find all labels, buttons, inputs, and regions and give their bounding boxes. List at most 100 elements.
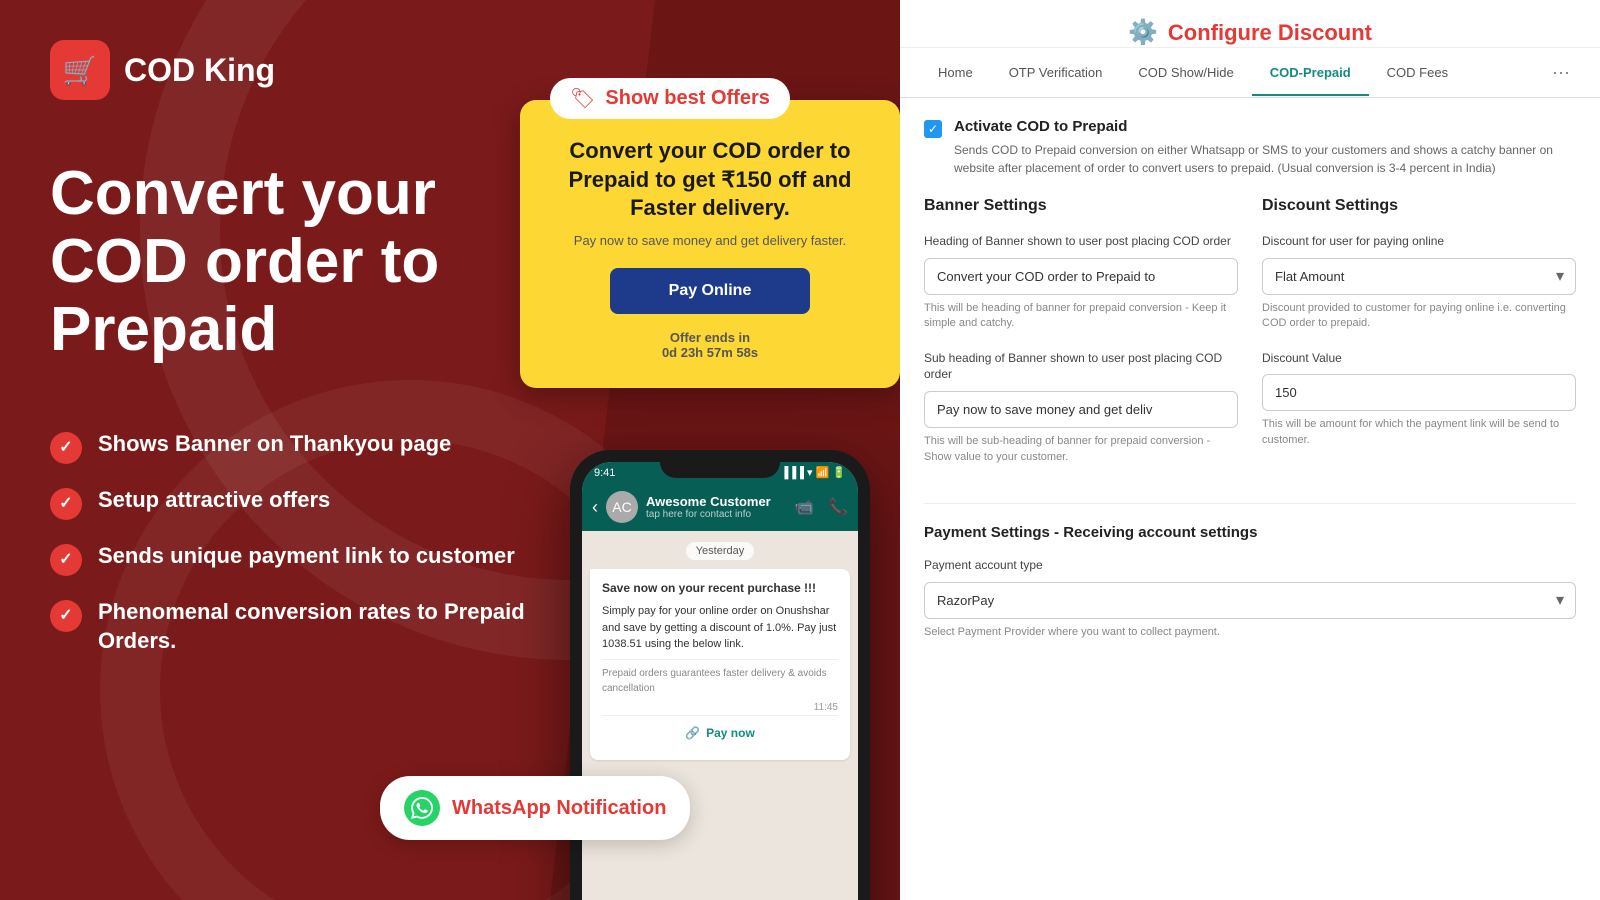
tab-home[interactable]: Home (920, 51, 991, 96)
payment-account-label: Payment account type (924, 557, 1576, 574)
features-list: ✓ Shows Banner on Thankyou page ✓ Setup … (50, 430, 570, 677)
discount-type-select[interactable]: Flat Amount Percentage (1262, 258, 1576, 295)
wa-avatar: AC (606, 491, 638, 523)
heading-input[interactable] (924, 258, 1238, 295)
wa-msg-body: Simply pay for your online order on Onus… (602, 603, 838, 653)
settings-divider (924, 503, 1576, 504)
wa-action-icons: 📹 📞 (794, 497, 848, 517)
activate-row: ✓ Activate COD to Prepaid Sends COD to P… (924, 118, 1576, 177)
logo-emoji: 🛒 (63, 54, 98, 87)
wa-pay-link-icon: 🔗 (685, 724, 700, 742)
feature-item-2: ✓ Setup attractive offers (50, 486, 570, 520)
banner-settings-col: Banner Settings Heading of Banner shown … (924, 197, 1238, 483)
tab-otp[interactable]: OTP Verification (991, 51, 1121, 96)
wa-msg-prepaid: Prepaid orders guarantees faster deliver… (602, 659, 838, 696)
heading-hint: This will be heading of banner for prepa… (924, 301, 1238, 332)
subheading-field-group: Sub heading of Banner shown to user post… (924, 350, 1238, 465)
feature-text-2: Setup attractive offers (98, 486, 330, 515)
check-icon-2: ✓ (50, 488, 82, 520)
offer-countdown: 0d 23h 57m 58s (550, 345, 870, 360)
discount-type-group: Discount for user for paying online Flat… (1262, 233, 1576, 332)
wa-contact-info: Awesome Customer tap here for contact in… (646, 494, 786, 520)
pay-online-button[interactable]: Pay Online (610, 268, 810, 314)
offer-subtitle: Pay now to save money and get delivery f… (550, 233, 870, 248)
tab-cod-fees[interactable]: COD Fees (1369, 51, 1466, 96)
discount-settings-title: Discount Settings (1262, 197, 1576, 215)
payment-section-title: Payment Settings - Receiving account set… (924, 524, 1576, 541)
config-icon: ⚙️ (1128, 18, 1158, 47)
activate-label: Activate COD to Prepaid (954, 118, 1576, 135)
offer-ends-label: Offer ends in 0d 23h 57m 58s (550, 330, 870, 360)
config-header: ⚙️ Configure Discount (900, 0, 1600, 48)
offer-title: Convert your COD order to Prepaid to get… (550, 137, 870, 223)
banner-settings-title: Banner Settings (924, 197, 1238, 215)
heading-label: Heading of Banner shown to user post pla… (924, 233, 1238, 250)
check-icon-1: ✓ (50, 432, 82, 464)
hero-heading: Convert your COD order to Prepaid (50, 160, 570, 365)
offer-popup: 🏷 Show best Offers Convert your COD orde… (520, 100, 900, 388)
payment-account-select[interactable]: RazorPay Stripe PayU (924, 582, 1576, 619)
feature-item-3: ✓ Sends unique payment link to customer (50, 542, 570, 576)
discount-value-group: Discount Value This will be amount for w… (1262, 350, 1576, 449)
discount-type-select-wrapper: Flat Amount Percentage (1262, 258, 1576, 295)
payment-account-group: Payment account type RazorPay Stripe Pay… (924, 557, 1576, 640)
subheading-hint: This will be sub-heading of banner for p… (924, 434, 1238, 465)
subheading-label: Sub heading of Banner shown to user post… (924, 350, 1238, 384)
discount-value-hint: This will be amount for which the paymen… (1262, 417, 1576, 448)
payment-settings-section: Payment Settings - Receiving account set… (924, 524, 1576, 640)
discount-value-label: Discount Value (1262, 350, 1576, 367)
settings-two-col: Banner Settings Heading of Banner shown … (924, 197, 1576, 483)
content-area: ✓ Activate COD to Prepaid Sends COD to P… (900, 98, 1600, 678)
wa-header: ‹ AC Awesome Customer tap here for conta… (582, 483, 858, 531)
wa-msg-title: Save now on your recent purchase !!! (602, 579, 838, 597)
payment-account-select-wrapper: RazorPay Stripe PayU (924, 582, 1576, 619)
discount-user-label: Discount for user for paying online (1262, 233, 1576, 250)
discount-value-input[interactable] (1262, 374, 1576, 411)
wa-msg-time: 11:45 (602, 700, 838, 715)
wa-pay-button[interactable]: 🔗 Pay now (602, 715, 838, 750)
offer-badge-icon: 🏷 (570, 86, 595, 111)
wa-back-icon[interactable]: ‹ (592, 497, 598, 518)
logo-area: 🛒 COD King (50, 40, 275, 100)
subheading-input[interactable] (924, 391, 1238, 428)
discount-type-hint: Discount provided to customer for paying… (1262, 301, 1576, 332)
phone-signal: ▐▐▐ ▾ 📶 🔋 (781, 466, 846, 479)
wa-call-icon[interactable]: 📞 (828, 497, 848, 517)
heading-field-group: Heading of Banner shown to user post pla… (924, 233, 1238, 332)
logo-icon: 🛒 (50, 40, 110, 100)
check-icon-4: ✓ (50, 600, 82, 632)
check-icon-3: ✓ (50, 544, 82, 576)
wa-contact-sub: tap here for contact info (646, 509, 786, 520)
wa-contact-name: Awesome Customer (646, 494, 786, 509)
wa-message-bubble: Save now on your recent purchase !!! Sim… (590, 569, 850, 760)
tab-cod-show-hide[interactable]: COD Show/Hide (1120, 51, 1251, 96)
wa-date-text: Yesterday (686, 542, 755, 560)
feature-text-3: Sends unique payment link to customer (98, 542, 515, 571)
offer-ends-text: Offer ends in (550, 330, 870, 345)
wa-pay-label: Pay now (706, 724, 755, 742)
wa-video-icon[interactable]: 📹 (794, 497, 814, 517)
right-panel: ⚙️ Configure Discount Home OTP Verificat… (900, 0, 1600, 900)
wa-date-badge: Yesterday (582, 541, 858, 559)
phone-time: 9:41 (594, 467, 615, 479)
config-title: Configure Discount (1168, 20, 1372, 46)
logo-text: COD King (124, 52, 275, 89)
offer-badge: 🏷 Show best Offers (550, 78, 790, 119)
tab-cod-prepaid[interactable]: COD-Prepaid (1252, 51, 1369, 96)
feature-item-1: ✓ Shows Banner on Thankyou page (50, 430, 570, 464)
nav-tabs: Home OTP Verification COD Show/Hide COD-… (900, 48, 1600, 98)
phone-notch (660, 450, 780, 478)
whatsapp-icon (404, 790, 440, 826)
activate-checkbox[interactable]: ✓ (924, 120, 942, 138)
left-panel: 🛒 COD King Convert your COD order to Pre… (0, 0, 900, 900)
nav-more-icon[interactable]: ··· (1542, 48, 1580, 97)
whatsapp-badge: WhatsApp Notification (380, 776, 690, 840)
payment-account-hint: Select Payment Provider where you want t… (924, 625, 1576, 640)
feature-text-4: Phenomenal conversion rates to Prepaid O… (98, 598, 570, 655)
activate-desc: Sends COD to Prepaid conversion on eithe… (954, 141, 1576, 177)
discount-settings-col: Discount Settings Discount for user for … (1262, 197, 1576, 483)
feature-item-4: ✓ Phenomenal conversion rates to Prepaid… (50, 598, 570, 655)
activate-info: Activate COD to Prepaid Sends COD to Pre… (954, 118, 1576, 177)
whatsapp-badge-text: WhatsApp Notification (452, 797, 666, 820)
feature-text-1: Shows Banner on Thankyou page (98, 430, 451, 459)
